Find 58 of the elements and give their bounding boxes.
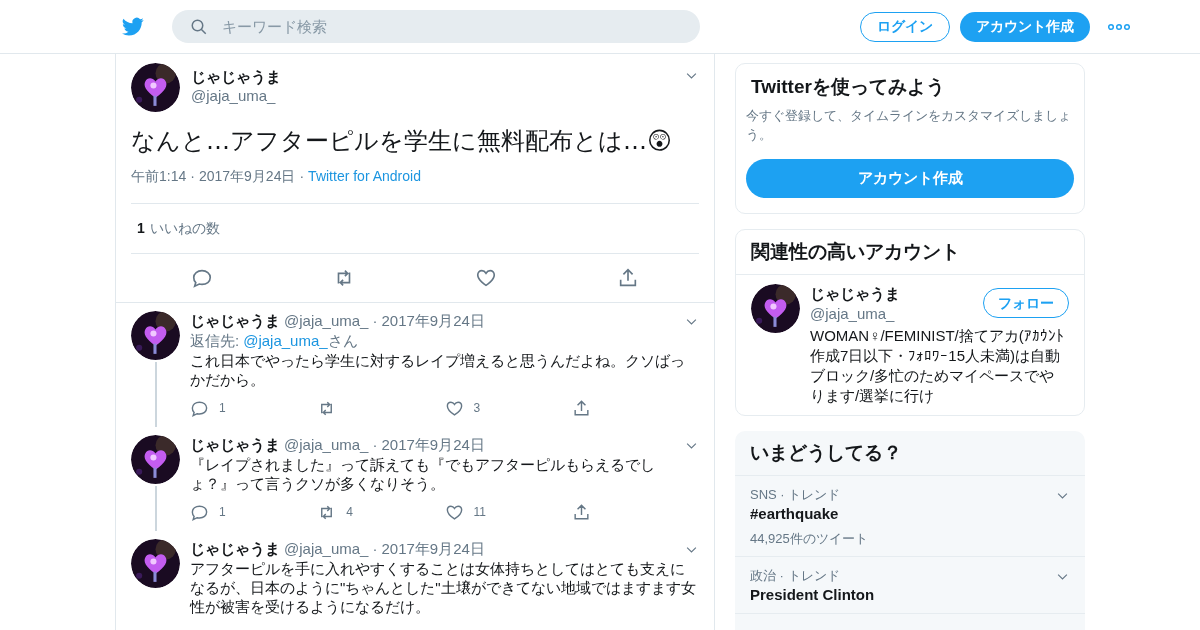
reply-text: これ日本でやったら学生に対するレイプ増えると思うんだよね。クソばっかだから。	[190, 351, 686, 389]
tweet-date: 2017年9月24日	[198, 167, 296, 186]
reply-text: アフターピルを手に入れやすくすることは女体持ちとしてはとても支えになるが、日本のように"ちゃんとした"土壌ができてない地域ではますます女性が被害を受けるようになるだけ。	[190, 559, 697, 616]
search-field[interactable]: キーワード検索	[172, 10, 700, 43]
like-count: 3	[473, 400, 481, 417]
account-name[interactable]: じゃじゃうま	[810, 284, 900, 304]
like-icon[interactable]	[475, 267, 497, 289]
source-link[interactable]: Twitter for Android	[308, 166, 421, 187]
bird-logo-icon[interactable]	[120, 15, 146, 38]
separator-dot: ·	[372, 539, 378, 559]
reply-icon[interactable]	[190, 502, 209, 522]
tweet-text: なんと…アフターピルを学生に無料配布とは…😲	[131, 126, 674, 157]
author-name[interactable]: じゃじゃうま	[190, 539, 280, 559]
trend-name[interactable]: President Clinton	[750, 585, 1055, 605]
trend-name[interactable]: #earthquake	[750, 504, 1055, 524]
retweet-count: 4	[346, 504, 353, 521]
like-count: 11	[473, 504, 486, 521]
trend-context: SNS · トレンド	[750, 486, 842, 504]
trend-count: 44,925件のツイート	[750, 530, 869, 548]
separator-dot: ·	[372, 311, 378, 331]
author-name[interactable]: じゃじゃうま	[190, 311, 280, 331]
reply-count: 1	[219, 400, 226, 417]
tweet-date[interactable]: 2017年9月24日	[381, 539, 485, 559]
search-icon	[190, 18, 208, 36]
reply-icon[interactable]	[190, 398, 209, 418]
separator-dot: ·	[299, 167, 305, 186]
author-handle[interactable]: @jaja_uma_	[284, 311, 369, 331]
account-handle[interactable]: @jaja_uma_	[810, 304, 900, 324]
share-icon[interactable]	[571, 398, 591, 418]
author-handle[interactable]: @jaja_uma_	[284, 435, 369, 455]
likes-label[interactable]: いいねの数	[149, 218, 220, 239]
author-name[interactable]: じゃじゃうま	[191, 67, 281, 86]
tweet-date[interactable]: 2017年9月24日	[381, 435, 485, 455]
share-icon[interactable]	[571, 502, 591, 522]
signup-button[interactable]: アカウント作成	[960, 11, 1090, 42]
reply-icon[interactable]	[191, 267, 213, 289]
author-handle[interactable]: @jaja_uma_	[191, 86, 281, 105]
tweet-date[interactable]: 2017年9月24日	[381, 311, 485, 331]
separator-dot: ·	[372, 435, 378, 455]
card-title: Twitterを使ってみよう	[750, 75, 946, 99]
likes-count[interactable]: 1	[137, 218, 145, 239]
author-name[interactable]: じゃじゃうま	[190, 435, 280, 455]
card-title: いまどうしてる？	[735, 431, 1085, 476]
separator-dot: ·	[190, 167, 195, 186]
card-description: 今すぐ登録して、タイムラインをカスタマイズしましょう。	[746, 107, 1072, 144]
author-handle[interactable]: @jaja_uma_	[284, 539, 369, 559]
trend-context: 政治 · トレンド	[750, 567, 841, 585]
card-title: 関連性の高いアカウント	[736, 230, 1084, 275]
mention-link[interactable]: @jaja_uma_	[243, 331, 328, 351]
account-bio: WOMAN♀/FEMINIST/捨てアカ(ｱｶｳﾝﾄ作成7日以下・ﾌｫﾛﾜｰ15人未満)は自動ブロック/多忙のためマイペースでやります/選挙に行け	[810, 326, 1065, 406]
tweet-time: 午前1:14	[131, 167, 187, 186]
reply-count: 1	[219, 504, 226, 521]
reply-to-label: 返信先:	[190, 331, 240, 351]
more-icon[interactable]	[1108, 22, 1130, 31]
share-icon[interactable]	[617, 267, 639, 289]
honorific-text: さん	[327, 331, 358, 351]
reply-text: 『レイプされました』って訴えても『でもアフターピルもらえるでしょ？』って言うクソが多くなりそう。	[190, 455, 656, 493]
signup-button[interactable]: アカウント作成	[746, 159, 1074, 198]
